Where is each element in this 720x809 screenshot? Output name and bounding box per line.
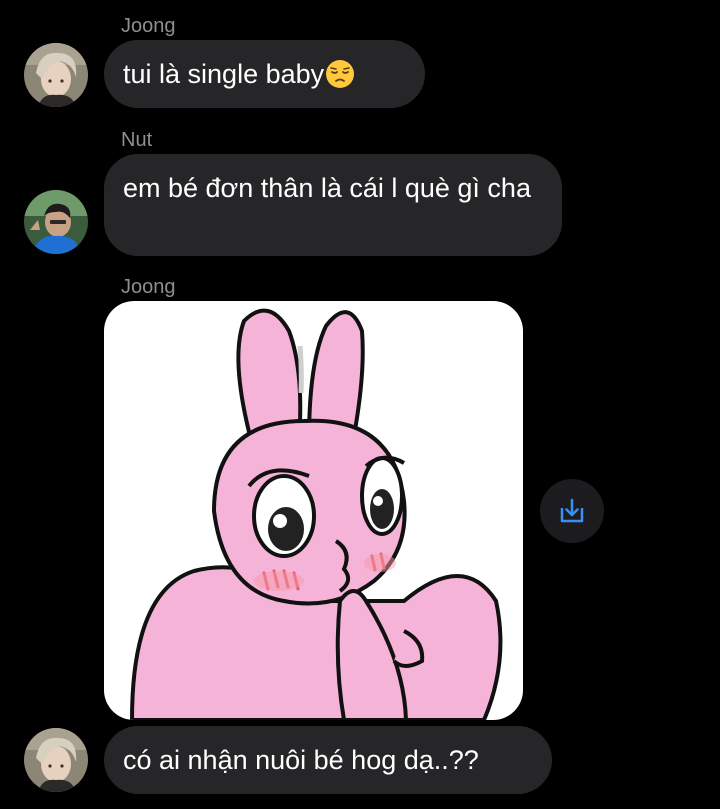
sticker-image[interactable] (104, 301, 523, 720)
message-bubble[interactable]: có ai nhận nuôi bé hog dạ..?? (104, 726, 552, 794)
avatar-joong-image (24, 43, 88, 107)
avatar-nut-image (24, 190, 88, 254)
message-text: tui là single baby (123, 59, 325, 89)
pink-bunny-sticker (129, 308, 503, 720)
message-text: em bé đơn thân là cái l què gì cha (123, 173, 531, 203)
avatar-joong[interactable] (24, 43, 88, 107)
save-download-icon (560, 498, 584, 523)
avatar-joong-image (24, 728, 88, 792)
save-button[interactable] (540, 479, 604, 543)
avatar-nut[interactable] (24, 190, 88, 254)
chat-thread: Joong tui là single baby Nut em bé đơn t… (0, 0, 720, 809)
sender-name: Joong (121, 15, 176, 37)
sender-name: Joong (121, 276, 176, 298)
sender-name: Nut (121, 129, 153, 151)
message-bubble[interactable]: tui là single baby (104, 40, 425, 108)
message-text: có ai nhận nuôi bé hog dạ..?? (123, 745, 479, 775)
avatar-joong[interactable] (24, 728, 88, 792)
message-bubble[interactable]: em bé đơn thân là cái l què gì cha (104, 154, 562, 256)
pensive-face-icon (326, 60, 355, 88)
